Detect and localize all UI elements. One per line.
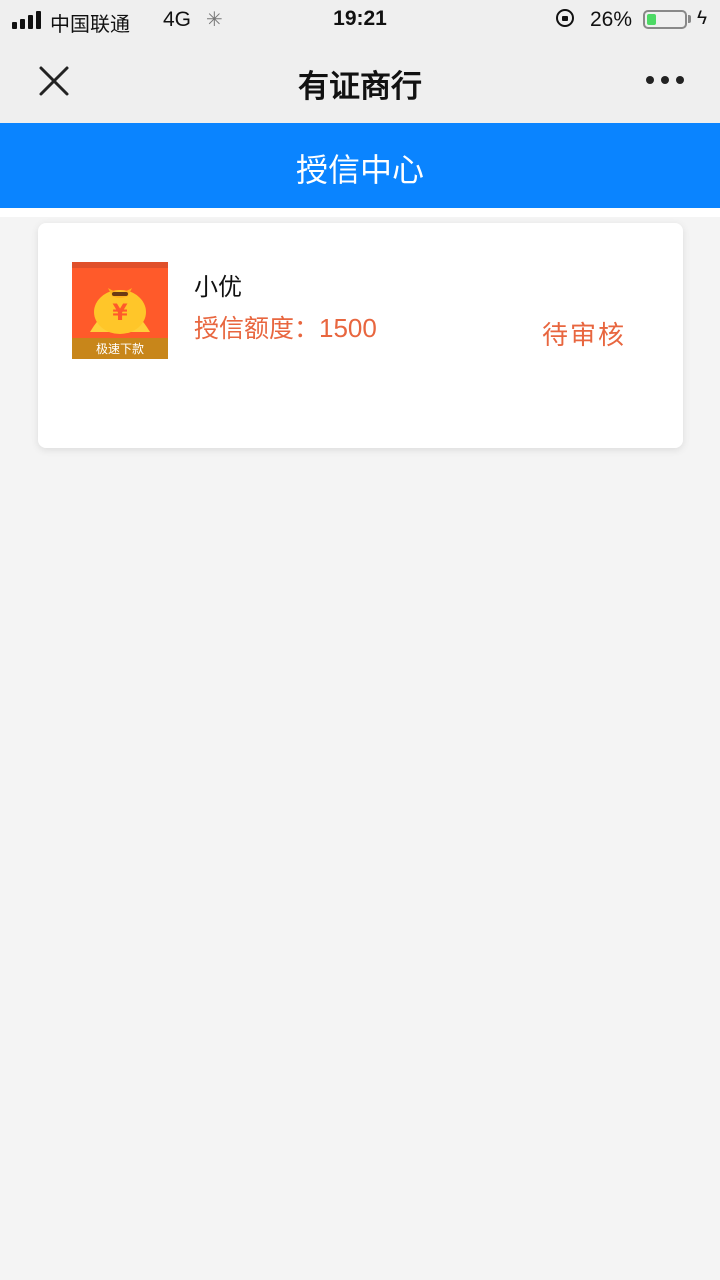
status-badge: 待审核 xyxy=(542,321,627,351)
charging-icon: ϟ xyxy=(697,8,708,29)
divider xyxy=(0,208,720,217)
nav-bar: 有证商行 xyxy=(0,40,720,123)
money-bag-app-icon: ¥ 极速下款 xyxy=(72,262,168,359)
battery-percent: 26% xyxy=(590,8,633,31)
battery-tip xyxy=(688,15,691,23)
credit-limit: 授信额度：1500 xyxy=(194,309,377,345)
section-header: 授信中心 xyxy=(0,123,720,208)
battery-icon xyxy=(643,10,687,29)
page-title: 有证商行 xyxy=(298,69,422,105)
credit-card-item[interactable]: ¥ 极速下款 小优 授信额度：1500 待审核 xyxy=(38,223,683,448)
status-bar: 中国联通 4G ✳ 19:21 26% ϟ xyxy=(0,0,720,40)
svg-text:¥: ¥ xyxy=(112,301,128,326)
rotation-lock-icon xyxy=(556,9,574,27)
credit-limit-label: 授信额度： xyxy=(194,314,320,343)
battery-level xyxy=(647,14,656,25)
section-title: 授信中心 xyxy=(295,151,424,189)
credit-limit-value: 1500 xyxy=(319,313,377,343)
app-name: 小优 xyxy=(194,273,242,301)
more-dots-icon[interactable] xyxy=(646,76,684,84)
app-icon-badge-text: 极速下款 xyxy=(96,342,144,356)
